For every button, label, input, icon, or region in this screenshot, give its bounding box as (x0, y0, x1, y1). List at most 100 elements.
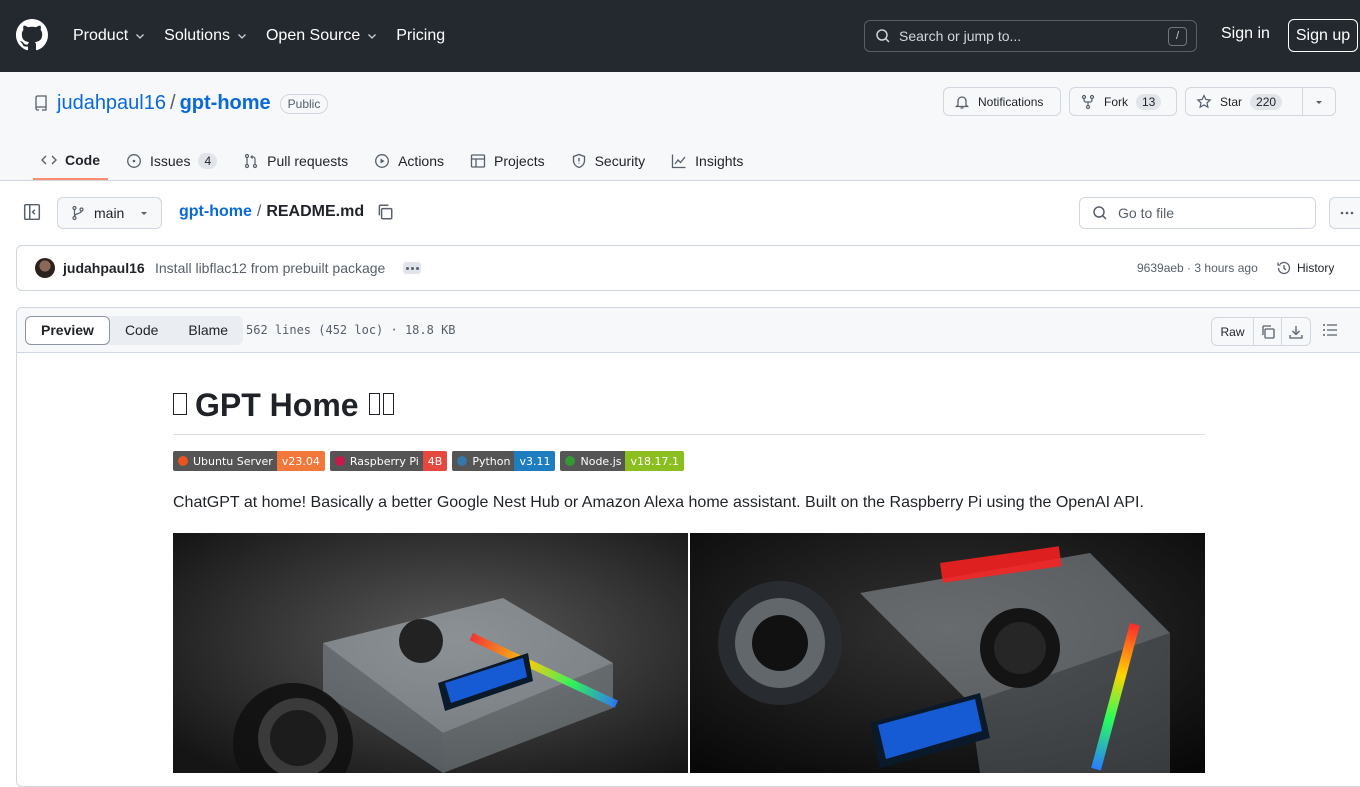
nav-product-label: Product (73, 27, 129, 44)
breadcrumb-repo-link[interactable]: gpt-home (179, 203, 252, 221)
badge-nodejs[interactable]: Node.js v18.17.1 (560, 451, 684, 471)
badge-raspberry-pi[interactable]: Raspberry Pi 4B (329, 451, 448, 471)
readme-title-text: GPT Home (195, 387, 359, 423)
star-label: Star (1220, 94, 1243, 109)
copy-path-icon[interactable] (376, 203, 394, 221)
nav-solutions-label: Solutions (164, 27, 230, 44)
device-photo-left (173, 533, 688, 773)
nodejs-icon (565, 456, 576, 466)
sign-up-button[interactable]: Sign up (1288, 19, 1358, 52)
caret-down-icon[interactable] (1313, 96, 1325, 108)
badge-ubuntu-label: Ubuntu Server (193, 454, 273, 468)
readme-title: GPT Home (173, 387, 1205, 435)
search-icon (1093, 206, 1107, 220)
nav-pricing-label: Pricing (396, 27, 446, 44)
badge-nodejs-value: v18.17.1 (625, 451, 684, 471)
history-label: History (1297, 261, 1335, 275)
branch-selector[interactable]: main (57, 197, 162, 229)
graph-icon (672, 154, 686, 169)
repo-name-link[interactable]: gpt-home (180, 92, 271, 115)
outline-list-icon[interactable] (1322, 322, 1338, 338)
emoji-placeholder-icon (368, 393, 380, 415)
branch-name: main (94, 205, 125, 221)
table-icon (470, 154, 486, 168)
issues-count: 4 (198, 153, 218, 169)
global-header: Product Solutions Open Source Pricing Se… (0, 0, 1360, 72)
download-button[interactable] (1282, 318, 1310, 345)
go-to-file-placeholder: Go to file (1118, 205, 1175, 221)
go-to-file-input[interactable]: Go to file (1079, 197, 1316, 229)
tab-issues[interactable]: Issues 4 (118, 142, 225, 180)
latest-commit-box: judahpaul16 Install libflac12 from prebu… (16, 245, 1360, 291)
nav-pricing[interactable]: Pricing (396, 27, 445, 45)
view-mode-preview[interactable]: Preview (25, 316, 110, 345)
tab-insights[interactable]: Insights (663, 142, 751, 180)
fork-icon (1081, 94, 1095, 109)
sign-in-link[interactable]: Sign in (1221, 25, 1270, 43)
history-button[interactable]: History (1276, 260, 1334, 276)
fork-button[interactable]: Fork 13 (1069, 87, 1177, 116)
commit-author-link[interactable]: judahpaul16 (63, 260, 145, 276)
readme-photo-right[interactable] (690, 533, 1205, 773)
view-mode-code[interactable]: Code (110, 316, 173, 345)
tab-security-label: Security (594, 153, 646, 169)
repo-icon (35, 95, 47, 111)
badge-ubuntu[interactable]: Ubuntu Server v23.04 (173, 451, 325, 471)
commit-message-link[interactable]: Install libflac12 from prebuilt package (155, 260, 385, 276)
nav-product[interactable]: Product (73, 27, 146, 45)
avatar[interactable] (35, 258, 55, 278)
star-count: 220 (1250, 93, 1283, 110)
commit-meta[interactable]: 9639aeb · 3 hours ago (1137, 261, 1258, 275)
repo-owner-link[interactable]: judahpaul16 (57, 92, 166, 115)
star-button[interactable]: Star 220 (1185, 87, 1336, 116)
readme-badges: Ubuntu Server v23.04 Raspberry Pi 4B Pyt… (173, 451, 684, 471)
repo-header: judahpaul16 / gpt-home Public Notificati… (0, 72, 1360, 181)
file-info: 562 lines (452 loc) · 18.8 KB (246, 323, 456, 337)
branch-icon (72, 205, 84, 221)
tab-code-label: Code (65, 152, 100, 168)
chevron-down-icon (136, 34, 145, 39)
badge-raspberry-pi-label: Raspberry Pi (349, 454, 419, 468)
repo-title-separator: / (170, 92, 176, 114)
sidebar-toggle-icon[interactable] (23, 203, 41, 221)
view-mode-blame[interactable]: Blame (173, 316, 243, 345)
tab-code[interactable]: Code (33, 142, 108, 180)
python-icon (457, 456, 468, 466)
readme-description: ChatGPT at home! Basically a better Goog… (173, 494, 1144, 511)
bell-icon (954, 95, 970, 109)
shield-icon (572, 153, 585, 169)
visibility-badge: Public (279, 93, 329, 114)
readme-photo-left[interactable] (173, 533, 688, 773)
tab-security[interactable]: Security (563, 142, 654, 180)
search-icon (876, 29, 890, 43)
badge-python[interactable]: Python v3.11 (452, 451, 556, 471)
star-icon (1196, 93, 1212, 108)
github-logo-icon[interactable] (16, 19, 48, 51)
device-photo-right (690, 533, 1205, 773)
breadcrumb: gpt-home / README.md (179, 203, 394, 221)
badge-raspberry-pi-value: 4B (422, 451, 448, 471)
issue-icon (127, 154, 141, 168)
notifications-button[interactable]: Notifications (943, 87, 1061, 116)
chevron-down-icon (368, 34, 377, 39)
nav-solutions[interactable]: Solutions (164, 27, 248, 45)
fork-count: 13 (1136, 93, 1162, 110)
badge-nodejs-label: Node.js (580, 454, 622, 468)
commit-expand-button[interactable] (403, 262, 421, 274)
breadcrumb-file-name: README.md (266, 203, 365, 220)
nav-open-source[interactable]: Open Source (266, 27, 378, 45)
more-options-button[interactable] (1329, 197, 1360, 229)
copy-raw-button[interactable] (1254, 318, 1282, 345)
ubuntu-icon (178, 456, 188, 466)
fork-label: Fork (1104, 94, 1128, 109)
tab-actions-label: Actions (398, 153, 445, 169)
emoji-placeholder-icon (382, 393, 394, 415)
raw-button[interactable]: Raw (1212, 318, 1254, 345)
tab-pull-requests[interactable]: Pull requests (235, 142, 356, 180)
badge-python-value: v3.11 (514, 451, 556, 471)
raspberry-pi-icon (334, 456, 345, 466)
tab-actions[interactable]: Actions (366, 142, 452, 180)
history-icon (1277, 261, 1291, 275)
tab-projects[interactable]: Projects (462, 142, 553, 180)
global-search-input[interactable]: Search or jump to... / (864, 20, 1197, 52)
